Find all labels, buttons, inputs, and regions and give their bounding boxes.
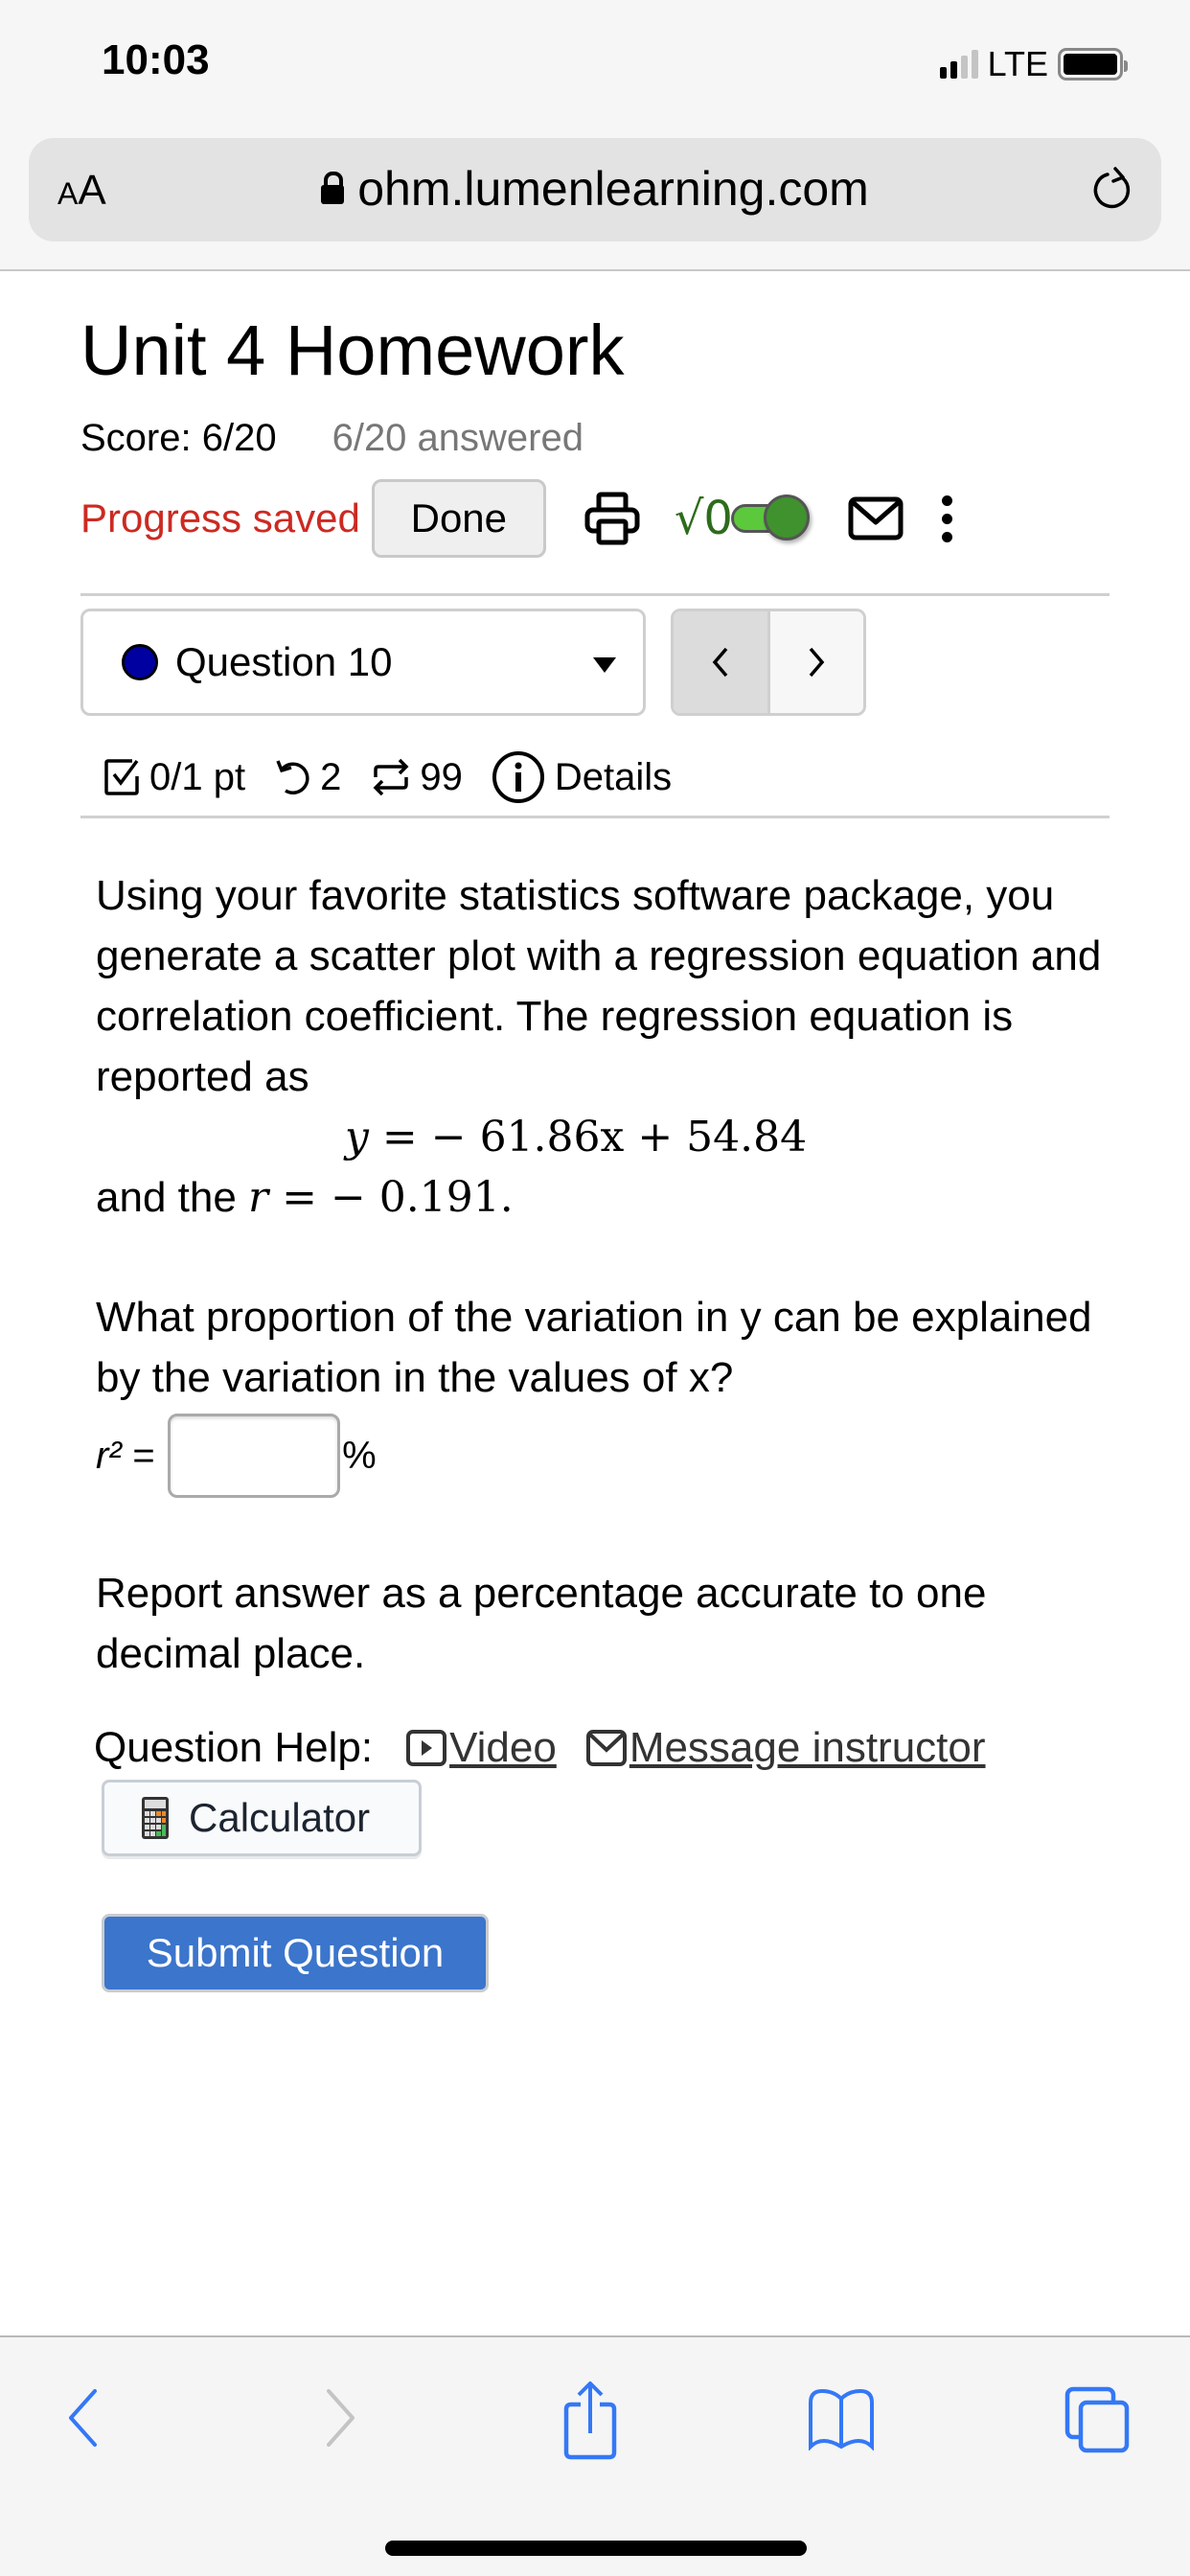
dropdown-caret-icon [593,657,616,673]
chevron-left-icon [712,647,728,678]
more-options-icon[interactable] [941,494,952,542]
attempts-icon [373,758,409,796]
calculator-icon [142,1797,169,1839]
network-label: LTE [987,44,1048,83]
page-title: Unit 4 Homework [80,310,625,390]
bookmarks-icon[interactable] [807,2389,876,2450]
answer-unit: % [342,1434,377,1477]
signal-icon [939,50,978,79]
answer-input[interactable] [168,1414,341,1498]
retries-value: 2 [320,755,342,798]
question-intro: Using your favorite statistics software … [96,872,1102,1100]
question-prompt: What proportion of the variation in y ca… [96,1294,1092,1401]
mail-icon[interactable] [848,496,904,540]
toggle-switch[interactable] [730,494,810,540]
status-indicators: LTE [939,44,1128,84]
progress-status: Progress saved [80,495,360,540]
attempts-value: 99 [420,755,463,798]
answered-count: 6/20 answered [332,417,584,459]
video-link[interactable]: Video [449,1724,557,1772]
video-icon [405,1729,447,1767]
correlation-line: and the r = − 0.191. [96,1173,514,1222]
chevron-right-icon [809,647,825,678]
url-field[interactable]: ohm.lumenlearning.com [29,161,1161,217]
question-nav [671,609,866,716]
answer-row: r² = % [96,1414,377,1498]
browser-toolbar [0,2335,1190,2576]
previous-question-button[interactable] [674,611,770,713]
retry-icon [276,760,309,794]
status-time: 10:03 [102,36,210,83]
question-select-label: Question 10 [175,639,393,684]
reload-icon[interactable] [1087,165,1136,215]
calculator-button[interactable]: Calculator [102,1780,422,1856]
points-value: 0/1 pt [149,755,246,798]
battery-icon [1058,48,1128,80]
home-indicator[interactable] [385,2541,807,2556]
details-link[interactable]: Details [492,750,672,804]
done-button[interactable]: Done [371,479,546,558]
answer-label: r² = [96,1434,155,1477]
question-select[interactable]: Question 10 [80,609,646,716]
forward-icon[interactable] [322,2387,360,2449]
question-meta: 0/1 pt 2 99 Details [103,746,672,809]
assessment-actions: Progress saved Done √0 [80,478,1110,559]
message-instructor-link[interactable]: Message instructor [629,1724,986,1772]
score-text: Score: 6/20 [80,417,277,459]
submit-question-button[interactable]: Submit Question [102,1914,489,1992]
tabs-icon[interactable] [1064,2385,1131,2454]
lock-icon [321,172,345,206]
details-label: Details [554,755,673,798]
question-help: Question Help: Video Message instructor [94,1724,986,1772]
math-entry-toggle[interactable]: √0 [675,492,810,545]
question-status-dot [122,644,158,680]
divider [80,593,1110,596]
question-text: Using your favorite statistics software … [96,865,1111,1228]
info-icon [492,751,544,803]
divider [80,816,1110,818]
regression-equation: y = − 61.86x + 54.84 [345,1113,808,1162]
next-question-button[interactable] [769,611,863,713]
sqrt-icon: √0 [674,492,733,545]
back-icon[interactable] [63,2387,102,2449]
answer-instructions: Report answer as a percentage accurate t… [96,1570,987,1677]
share-icon[interactable] [561,2380,619,2462]
browser-chrome: 10:03 LTE AA ohm.lumenlearning.com [0,0,1190,271]
checkbox-icon [104,759,139,795]
address-bar[interactable]: AA ohm.lumenlearning.com [29,138,1161,242]
print-icon[interactable] [584,492,640,545]
score-row: Score: 6/20 6/20 answered [80,417,584,460]
calculator-label: Calculator [189,1795,371,1840]
message-icon [585,1729,628,1767]
url-text: ohm.lumenlearning.com [357,162,869,216]
help-label: Question Help: [94,1724,374,1771]
